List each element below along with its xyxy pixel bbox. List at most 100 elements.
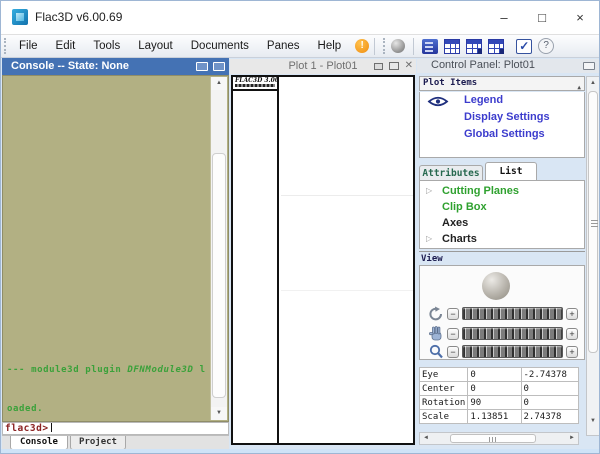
list-item[interactable]: Display Settings (420, 109, 584, 126)
tree-item-charts[interactable]: ▷ Charts (420, 231, 584, 247)
table-horizontal-scrollbar[interactable]: ◄ ► (419, 432, 579, 445)
scale-value-2[interactable]: 2.74378 (521, 410, 578, 424)
menu-tools[interactable]: Tools (85, 37, 128, 55)
toolbar-drag-handle-2[interactable] (383, 38, 388, 54)
zoom-magnifier-icon[interactable] (428, 344, 444, 359)
close-button[interactable]: × (561, 1, 599, 34)
tab-attributes[interactable]: Attributes (419, 165, 483, 180)
rotate-slider[interactable] (462, 307, 563, 320)
zoom-plus-button[interactable]: + (566, 346, 578, 358)
expand-triangle-icon[interactable]: ▷ (426, 183, 432, 199)
console-command-input[interactable]: flac3d> (2, 422, 229, 435)
console-float-button[interactable] (196, 62, 208, 71)
scroll-left-icon[interactable]: ◄ (420, 433, 432, 444)
v-scrollbar-thumb[interactable] (588, 91, 598, 353)
zoom-slider[interactable] (462, 345, 563, 358)
console-prompt: flac3d> (5, 423, 49, 434)
plot-gridline (281, 290, 413, 291)
plot-panel-header[interactable]: Plot 1 - Plot01 ✕ (230, 59, 416, 74)
global-settings-link[interactable]: Global Settings (464, 126, 545, 143)
pan-plus-button[interactable]: + (566, 328, 578, 340)
rotate-plus-button[interactable]: + (566, 308, 578, 320)
scroll-down-icon[interactable]: ▼ (587, 415, 599, 427)
rotate-icon[interactable] (428, 306, 444, 321)
h-scrollbar-thumb[interactable] (450, 434, 536, 443)
menu-help[interactable]: Help (310, 37, 350, 55)
menu-panes[interactable]: Panes (259, 37, 308, 55)
toolbar-separator-2 (413, 38, 414, 55)
pan-hand-icon[interactable] (428, 326, 444, 341)
pan-minus-button[interactable]: − (447, 328, 459, 340)
pan-slider[interactable] (462, 327, 563, 340)
control-panel-header[interactable]: Control Panel: Plot01 (417, 59, 600, 73)
rotate-minus-button[interactable]: − (447, 308, 459, 320)
console-line-2: oaded. (7, 403, 206, 416)
plot-float-button[interactable] (374, 63, 383, 70)
scale-value-1[interactable]: 1.13851 (468, 410, 521, 424)
window-controls: – □ × (485, 1, 599, 34)
camera-table: Eye 0 -2.74378 Center 0 0 Rotation 90 0 … (419, 367, 579, 424)
tree-item-axes[interactable]: Axes (420, 215, 584, 231)
plot-items-list: Legend Display Settings Global Settings (419, 92, 585, 158)
trackball-view-icon[interactable] (391, 39, 405, 53)
tree-item-cutting-planes[interactable]: ▷ Cutting Planes (420, 183, 584, 199)
zoom-minus-button[interactable]: − (447, 346, 459, 358)
control-float-button[interactable] (583, 62, 595, 70)
tab-console[interactable]: Console (10, 436, 68, 450)
list-item[interactable]: Global Settings (420, 126, 584, 143)
rotation-value-1[interactable]: 90 (468, 396, 521, 410)
tab-list[interactable]: List (485, 162, 537, 180)
tab-project[interactable]: Project (70, 436, 126, 450)
console-log-text: --- module3d plugin DFNModule3D l oaded.… (7, 338, 206, 422)
console-maximize-button[interactable] (213, 62, 225, 71)
plot-legend-title: FLAC3D 3.00 (233, 77, 277, 84)
center-value-1[interactable]: 0 (468, 382, 521, 396)
confirm-checkbox-icon[interactable] (516, 39, 532, 54)
console-scrollbar[interactable]: ▲ ▼ (210, 77, 227, 420)
control-panel: Control Panel: Plot01 Plot Items ▲ Legen… (417, 59, 600, 449)
text-caret (51, 423, 52, 432)
plot-viewport[interactable]: FLAC3D 3.00 (231, 75, 415, 445)
help-icon[interactable]: ? (538, 38, 554, 54)
rotate-slider-row: − + (428, 306, 580, 321)
control-panel-scrollbar[interactable]: ▲ ▼ (586, 76, 600, 436)
console-header-title: Console -- State: None (11, 60, 129, 72)
view-trackball[interactable] (482, 272, 510, 300)
plot-grid-icon-3[interactable] (488, 39, 504, 54)
tree-item-clip-box[interactable]: Clip Box (420, 199, 584, 215)
eye-icon[interactable] (427, 96, 449, 107)
plot-close-icon[interactable]: ✕ (405, 62, 413, 70)
console-panel: Console -- State: None --- module3d plug… (2, 58, 229, 449)
maximize-button[interactable]: □ (523, 1, 561, 34)
scroll-right-icon[interactable]: ► (566, 433, 578, 444)
scroll-up-icon[interactable]: ▲ (587, 77, 599, 89)
legend-subtitle-bar (235, 84, 275, 87)
plot-grid-icon-1[interactable] (444, 39, 460, 54)
eye-value-1[interactable]: 0 (468, 368, 521, 382)
center-value-2[interactable]: 0 (521, 382, 578, 396)
display-settings-link[interactable]: Display Settings (464, 109, 550, 126)
table-row: Rotation 90 0 (420, 396, 579, 410)
minimize-button[interactable]: – (485, 1, 523, 34)
menu-layout[interactable]: Layout (130, 37, 181, 55)
warning-icon[interactable]: ! (355, 39, 369, 53)
console-output[interactable]: --- module3d plugin DFNModule3D l oaded.… (2, 75, 229, 422)
scroll-up-icon[interactable]: ▲ (211, 77, 227, 90)
console-scrollbar-thumb[interactable] (212, 153, 226, 398)
eye-value-2[interactable]: -2.74378 (521, 368, 578, 382)
menu-file[interactable]: File (11, 37, 46, 55)
plot-header-title: Plot 1 - Plot01 (288, 60, 357, 72)
print-plot-icon[interactable] (422, 39, 438, 54)
expand-triangle-icon[interactable]: ▷ (426, 231, 432, 247)
plot-items-section-header[interactable]: Plot Items ▲ (419, 76, 585, 91)
plot-grid-icon-2[interactable] (466, 39, 482, 54)
toolbar-drag-handle[interactable] (4, 38, 9, 54)
plot-maximize-button[interactable] (389, 62, 399, 70)
list-item[interactable]: Legend (420, 92, 584, 109)
menu-documents[interactable]: Documents (183, 37, 257, 55)
scroll-down-icon[interactable]: ▼ (211, 407, 227, 420)
menu-edit[interactable]: Edit (48, 37, 84, 55)
legend-link[interactable]: Legend (464, 92, 503, 109)
console-panel-header[interactable]: Console -- State: None (2, 58, 229, 75)
rotation-value-2[interactable]: 0 (521, 396, 578, 410)
